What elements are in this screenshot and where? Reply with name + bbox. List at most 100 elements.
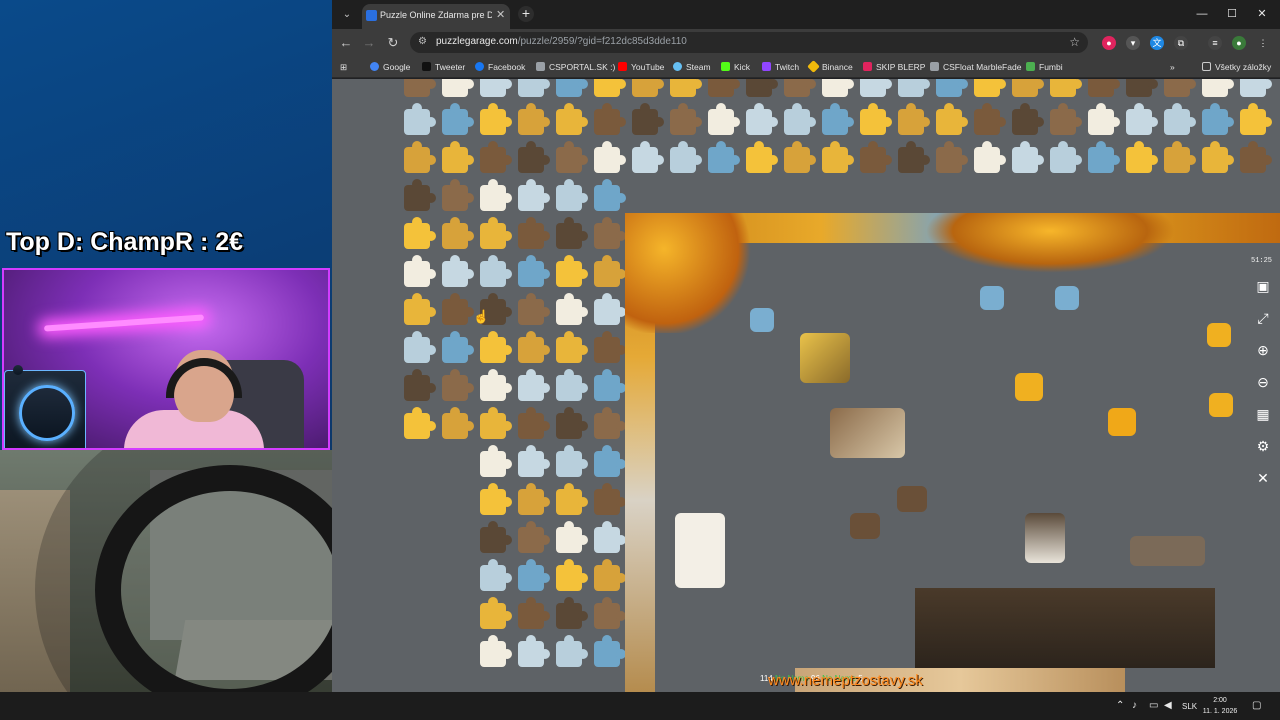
back-icon[interactable]: ← <box>337 34 355 52</box>
extension-blerp-icon[interactable]: ● <box>1102 36 1116 50</box>
puzzle-piece[interactable] <box>404 407 436 439</box>
puzzle-piece[interactable] <box>1126 141 1158 173</box>
puzzle-piece[interactable] <box>442 103 474 135</box>
puzzle-piece[interactable] <box>556 141 588 173</box>
puzzle-piece[interactable] <box>480 521 512 553</box>
minimize-icon[interactable]: — <box>1192 6 1212 22</box>
puzzle-piece[interactable] <box>556 79 588 97</box>
puzzle-piece[interactable] <box>518 521 550 553</box>
puzzle-piece[interactable] <box>404 255 436 287</box>
puzzle-piece[interactable] <box>594 483 626 515</box>
puzzle-piece[interactable] <box>556 559 588 591</box>
reload-icon[interactable]: ↻ <box>384 34 402 52</box>
puzzle-piece[interactable] <box>556 445 588 477</box>
puzzle-piece[interactable] <box>974 141 1006 173</box>
puzzle-piece[interactable] <box>822 141 854 173</box>
puzzle-piece[interactable] <box>594 141 626 173</box>
clock[interactable]: 2:00 11. 1. 2026 <box>1198 695 1242 717</box>
puzzle-piece[interactable] <box>480 635 512 667</box>
puzzle-game-area[interactable]: 51:25 ▣ ⤢ ⊕ ⊖ ▦ ⚙ ✕ <box>332 79 1280 692</box>
puzzle-piece[interactable] <box>898 141 930 173</box>
puzzle-piece[interactable] <box>594 445 626 477</box>
puzzle-piece[interactable] <box>860 103 892 135</box>
puzzle-piece[interactable] <box>974 79 1006 97</box>
puzzle-piece[interactable] <box>822 79 854 97</box>
puzzle-piece[interactable] <box>594 559 626 591</box>
address-bar[interactable]: ⚙ puzzlegarage.com/puzzle/2959/?gid=f212… <box>410 32 1088 53</box>
puzzle-piece[interactable] <box>480 141 512 173</box>
media-control-icon[interactable]: ≡ <box>1208 36 1222 50</box>
puzzle-piece[interactable] <box>784 141 816 173</box>
puzzle-piece[interactable] <box>1088 79 1120 97</box>
notifications-icon[interactable]: ▢ <box>1252 700 1261 711</box>
puzzle-piece[interactable] <box>1025 513 1065 563</box>
puzzle-piece[interactable] <box>556 597 588 629</box>
puzzle-piece[interactable] <box>1126 103 1158 135</box>
puzzle-piece[interactable] <box>556 103 588 135</box>
puzzle-piece[interactable] <box>708 141 740 173</box>
puzzle-piece[interactable] <box>746 141 778 173</box>
extension-icon[interactable]: ▾ <box>1126 36 1140 50</box>
more-bookmarks-chevron-icon[interactable]: » <box>1170 61 1175 74</box>
puzzle-piece[interactable] <box>442 331 474 363</box>
menu-kebab-icon[interactable]: ⋮ <box>1256 36 1270 50</box>
puzzle-piece[interactable] <box>594 79 626 97</box>
bookmark-facebook[interactable]: Facebook <box>475 61 525 74</box>
puzzle-piece[interactable] <box>556 369 588 401</box>
puzzle-board[interactable] <box>625 213 1280 692</box>
puzzle-piece[interactable] <box>897 486 927 512</box>
puzzle-piece[interactable] <box>442 217 474 249</box>
puzzle-piece[interactable] <box>480 179 512 211</box>
apps-grid-icon[interactable]: ⊞ <box>340 61 347 74</box>
puzzle-piece[interactable] <box>404 103 436 135</box>
puzzle-piece[interactable] <box>480 445 512 477</box>
puzzle-piece[interactable] <box>442 255 474 287</box>
puzzle-piece[interactable] <box>1088 141 1120 173</box>
bookmark-twitch[interactable]: Twitch <box>762 61 799 74</box>
puzzle-piece[interactable] <box>1202 141 1234 173</box>
close-icon[interactable]: ✕ <box>1253 468 1273 488</box>
tab-puzzle[interactable]: Puzzle Online Zdarma pre Dosp... ✕ <box>362 4 510 29</box>
puzzle-piece[interactable] <box>898 103 930 135</box>
puzzle-piece[interactable] <box>746 103 778 135</box>
puzzle-piece[interactable] <box>518 407 550 439</box>
puzzle-piece[interactable] <box>822 103 854 135</box>
volume-icon[interactable]: ◀ <box>1164 700 1172 711</box>
puzzle-piece[interactable] <box>708 79 740 97</box>
puzzle-piece[interactable] <box>1050 103 1082 135</box>
image-preview-icon[interactable]: ▣ <box>1253 276 1273 296</box>
network-icon[interactable]: ▭ <box>1149 700 1158 711</box>
puzzle-piece[interactable] <box>594 103 626 135</box>
puzzle-piece[interactable] <box>556 483 588 515</box>
puzzle-piece[interactable] <box>1108 408 1136 436</box>
puzzle-piece[interactable] <box>518 635 550 667</box>
puzzle-piece[interactable] <box>974 103 1006 135</box>
puzzle-piece[interactable] <box>594 331 626 363</box>
puzzle-piece[interactable] <box>480 483 512 515</box>
bookmark-tweeter[interactable]: Tweeter <box>422 61 465 74</box>
puzzle-piece[interactable] <box>518 331 550 363</box>
puzzle-piece[interactable] <box>404 141 436 173</box>
puzzle-piece[interactable] <box>594 255 626 287</box>
puzzle-piece[interactable] <box>860 79 892 97</box>
puzzle-piece[interactable] <box>518 179 550 211</box>
puzzle-piece[interactable] <box>750 308 774 332</box>
puzzle-piece[interactable] <box>594 407 626 439</box>
puzzle-piece[interactable] <box>556 255 588 287</box>
puzzle-piece[interactable] <box>1130 536 1205 566</box>
puzzle-piece[interactable] <box>936 103 968 135</box>
puzzle-piece[interactable] <box>1202 79 1234 97</box>
bookmark-kick[interactable]: Kick <box>721 61 750 74</box>
puzzle-piece[interactable] <box>442 369 474 401</box>
puzzle-piece[interactable] <box>556 331 588 363</box>
puzzle-piece[interactable] <box>936 141 968 173</box>
puzzle-piece[interactable] <box>594 369 626 401</box>
puzzle-piece[interactable] <box>1202 103 1234 135</box>
puzzle-piece[interactable] <box>518 217 550 249</box>
puzzle-piece[interactable] <box>556 407 588 439</box>
bookmark-youtube[interactable]: YouTube <box>618 61 664 74</box>
puzzle-piece[interactable] <box>632 103 664 135</box>
fullscreen-icon[interactable]: ⤢ <box>1253 308 1273 328</box>
puzzle-piece[interactable] <box>480 331 512 363</box>
forward-icon[interactable]: → <box>360 34 378 52</box>
